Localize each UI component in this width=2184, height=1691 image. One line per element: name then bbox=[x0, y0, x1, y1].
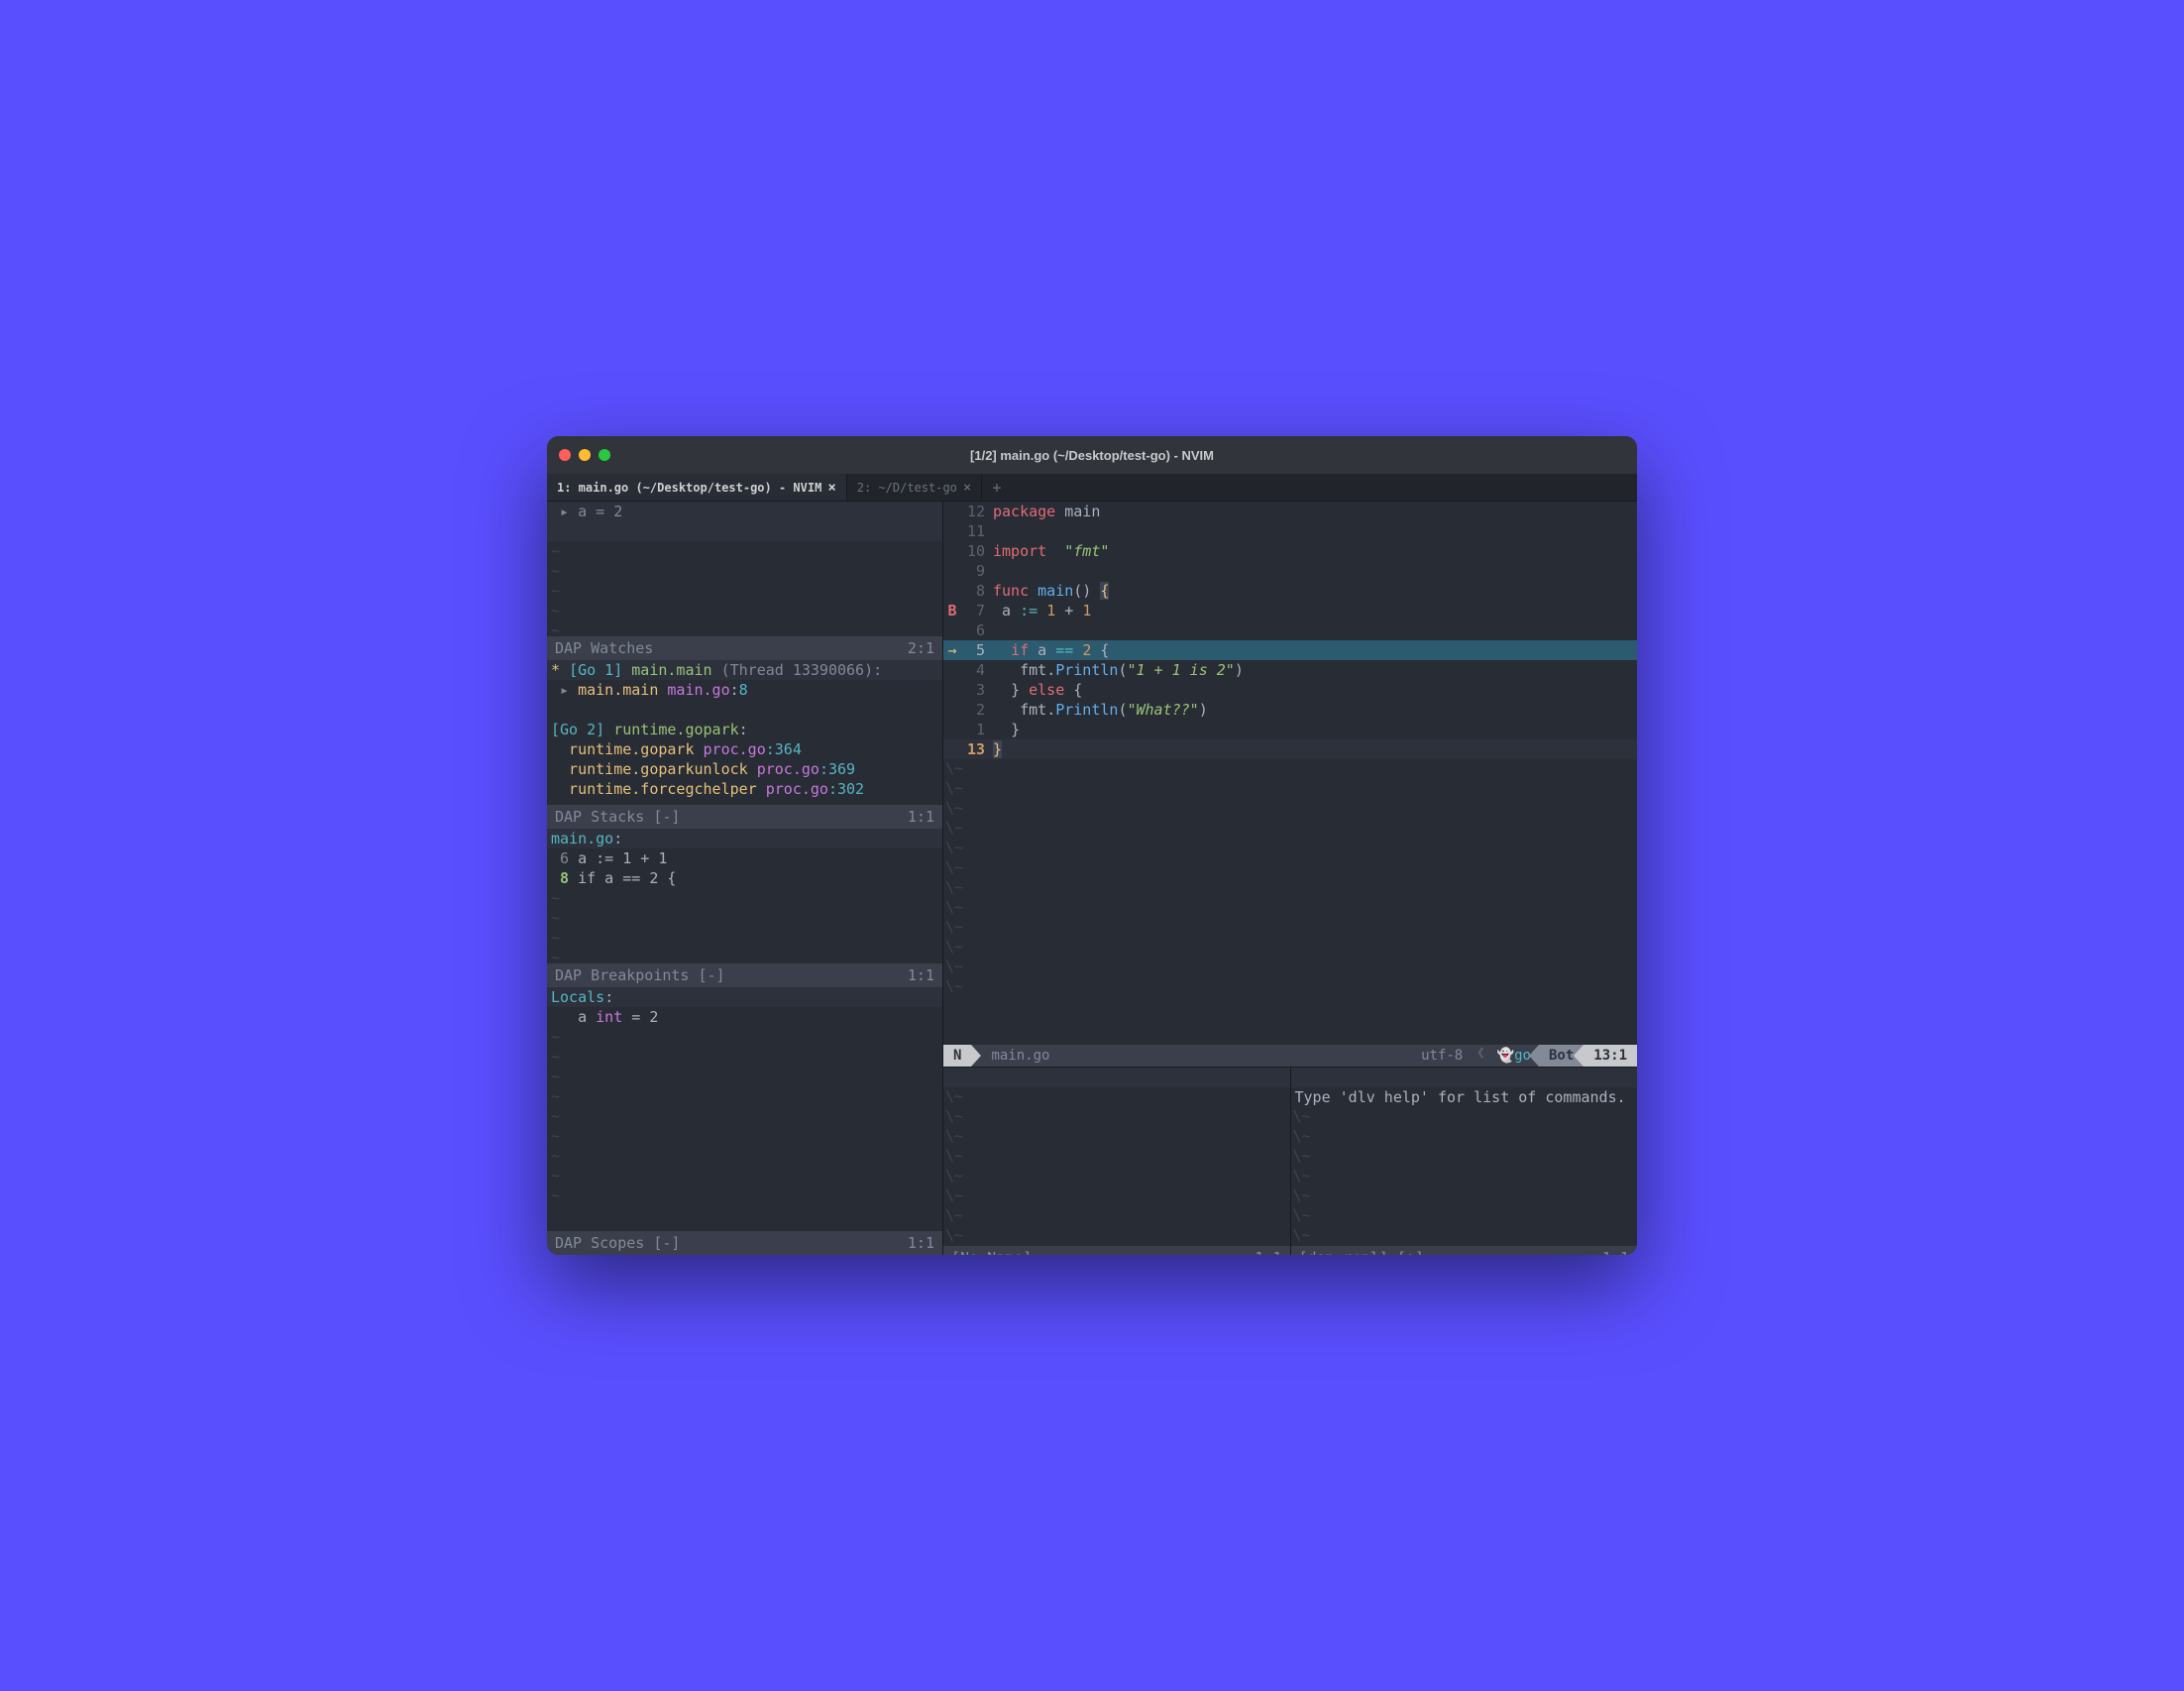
add-tab-button[interactable]: + bbox=[982, 474, 1011, 501]
panel-title: DAP Breakpoints [-] bbox=[555, 965, 725, 985]
panel-title: DAP Scopes [-] bbox=[555, 1233, 680, 1253]
breakpoint-icon[interactable]: B bbox=[943, 601, 961, 620]
cursor-pos: 1:1 bbox=[1255, 1248, 1281, 1255]
cursor-pos: 2:1 bbox=[908, 638, 934, 658]
terminal-window: [1/2] main.go (~/Desktop/test-go) - NVIM… bbox=[547, 436, 1637, 1255]
traffic-lights bbox=[559, 449, 610, 461]
code-editor[interactable]: 12package main 11 10import "fmt" 9 8func… bbox=[943, 502, 1637, 1067]
titlebar: [1/2] main.go (~/Desktop/test-go) - NVIM bbox=[547, 436, 1637, 474]
panel-title: DAP Watches bbox=[555, 638, 653, 658]
dap-breakpoints-panel[interactable]: main.go: 6 a := 1 + 1 8 if a == 2 { ~~~~… bbox=[547, 829, 942, 987]
tab-bar: 1: main.go (~/Desktop/test-go) - NVIM × … bbox=[547, 474, 1637, 502]
maximize-icon[interactable] bbox=[599, 449, 610, 461]
window-title: [1/2] main.go (~/Desktop/test-go) - NVIM bbox=[970, 448, 1214, 463]
left-pane: ▸ a = 2 ~~~~~ DAP Watches 2:1 * [Go 1] m… bbox=[547, 502, 943, 1255]
dap-watches-panel[interactable]: ▸ a = 2 ~~~~~ DAP Watches 2:1 bbox=[547, 502, 942, 660]
watch-item: ▸ a = 2 bbox=[551, 503, 622, 520]
ghost-icon: 👻 bbox=[1497, 1048, 1514, 1064]
panel-title: [No Name] bbox=[951, 1248, 1032, 1255]
panel-statusline: [No Name] 1:1 bbox=[943, 1246, 1290, 1255]
encoding: utf-8 bbox=[1411, 1045, 1473, 1067]
tab-label: 1: main.go (~/Desktop/test-go) - NVIM bbox=[557, 481, 821, 495]
panel-title: [dap-repl] [+] bbox=[1299, 1248, 1424, 1255]
cursor-pos: 1:1 bbox=[1602, 1248, 1629, 1255]
close-icon[interactable] bbox=[559, 449, 571, 461]
bottom-splits: \~\~\~\~\~\~\~\~ [No Name] 1:1 Type 'dlv… bbox=[943, 1067, 1637, 1255]
repl-help-text: Type 'dlv help' for list of commands. bbox=[1291, 1087, 1638, 1107]
editor-area: ▸ a = 2 ~~~~~ DAP Watches 2:1 * [Go 1] m… bbox=[547, 502, 1637, 1255]
noname-split[interactable]: \~\~\~\~\~\~\~\~ [No Name] 1:1 bbox=[943, 1068, 1291, 1255]
cursor-pos: 1:1 bbox=[908, 1233, 934, 1253]
cursor-pos: 1:1 bbox=[908, 965, 934, 985]
panel-title: DAP Stacks [-] bbox=[555, 807, 680, 827]
tab-2[interactable]: 2: ~/D/test-go × bbox=[847, 474, 983, 501]
panel-statusline: DAP Stacks [-] 1:1 bbox=[547, 805, 942, 829]
current-line-icon: → bbox=[943, 640, 961, 660]
filename: main.go bbox=[971, 1045, 1411, 1067]
right-pane: 12package main 11 10import "fmt" 9 8func… bbox=[943, 502, 1637, 1255]
tab-label: 2: ~/D/test-go bbox=[857, 481, 957, 495]
dap-scopes-panel[interactable]: Locals: a int = 2 ~~~~~~~~~ DAP Scopes [… bbox=[547, 987, 942, 1255]
panel-statusline: DAP Watches 2:1 bbox=[547, 636, 942, 660]
dap-stacks-panel[interactable]: * [Go 1] main.main (Thread 13390066): ▸ … bbox=[547, 660, 942, 829]
mode-indicator: N bbox=[943, 1045, 971, 1067]
minimize-icon[interactable] bbox=[579, 449, 591, 461]
panel-statusline: DAP Scopes [-] 1:1 bbox=[547, 1231, 942, 1255]
dap-repl-split[interactable]: Type 'dlv help' for list of commands. \~… bbox=[1291, 1068, 1638, 1255]
tab-1[interactable]: 1: main.go (~/Desktop/test-go) - NVIM × bbox=[547, 474, 847, 501]
close-icon[interactable]: × bbox=[963, 480, 971, 496]
panel-statusline: [dap-repl] [+] 1:1 bbox=[1291, 1246, 1638, 1255]
cursor-pos: 1:1 bbox=[908, 807, 934, 827]
panel-statusline: DAP Breakpoints [-] 1:1 bbox=[547, 963, 942, 987]
close-icon[interactable]: × bbox=[827, 480, 835, 496]
statusline: N main.go utf-8 ❮ 👻 go Bot 13:1 bbox=[943, 1045, 1637, 1067]
cursor-position: 13:1 bbox=[1583, 1045, 1637, 1067]
